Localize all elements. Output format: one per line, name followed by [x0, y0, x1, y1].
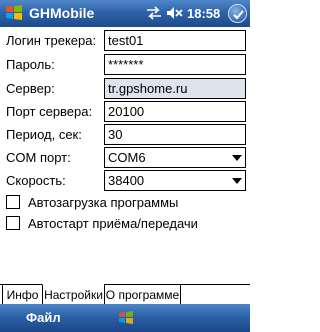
- dropdown-arrow-icon[interactable]: [232, 178, 242, 184]
- tab-settings[interactable]: Настройки: [42, 284, 105, 305]
- autostart-checkbox-row[interactable]: Автостарт приёма/передачи: [6, 215, 246, 233]
- login-row: Логин трекера: test01: [0, 30, 250, 52]
- login-input[interactable]: test01: [104, 30, 246, 51]
- tab-strip: Инфо Настройки О программе: [0, 284, 250, 305]
- period-row: Период, сек: 30: [0, 124, 250, 146]
- file-menu[interactable]: Файл: [26, 310, 61, 325]
- login-label: Логин трекера:: [6, 33, 97, 48]
- server-row: Сервер: tr.gpshome.ru: [0, 78, 250, 100]
- password-row: Пароль: *******: [0, 54, 250, 76]
- tab-about[interactable]: О программе: [104, 284, 181, 305]
- app-title: GHMobile: [29, 5, 95, 21]
- volume-muted-icon[interactable]: [166, 6, 184, 20]
- keyboard-icon[interactable]: [116, 310, 136, 326]
- sync-icon[interactable]: [146, 6, 162, 20]
- port-input[interactable]: 20100: [104, 101, 246, 122]
- password-label: Пароль:: [6, 57, 55, 72]
- port-row: Порт сервера: 20100: [0, 101, 250, 123]
- speed-label: Скорость:: [6, 173, 66, 188]
- speed-select[interactable]: 38400: [104, 170, 246, 191]
- com-port-value: COM6: [108, 150, 146, 165]
- port-label: Порт сервера:: [6, 104, 93, 119]
- server-input[interactable]: tr.gpshome.ru: [104, 78, 246, 99]
- menu-bar: Файл: [0, 304, 250, 332]
- ok-button[interactable]: [228, 4, 247, 23]
- autoload-checkbox-row[interactable]: Автозагрузка программы: [6, 194, 246, 212]
- period-input[interactable]: 30: [104, 124, 246, 145]
- autoload-label[interactable]: Автозагрузка программы: [28, 195, 178, 210]
- com-row: COM порт: COM6: [0, 147, 250, 169]
- period-label: Период, сек:: [6, 127, 82, 142]
- title-bar: GHMobile 18:58: [0, 0, 250, 27]
- tab-info[interactable]: Инфо: [2, 284, 43, 305]
- autostart-checkbox[interactable]: [6, 216, 20, 230]
- windows-logo-icon[interactable]: [4, 3, 24, 23]
- speed-value: 38400: [108, 173, 145, 188]
- server-label: Сервер:: [6, 81, 55, 96]
- ok-icon: [233, 10, 244, 20]
- autostart-label[interactable]: Автостарт приёма/передачи: [28, 216, 198, 231]
- clock[interactable]: 18:58: [187, 6, 220, 21]
- com-port-select[interactable]: COM6: [104, 147, 246, 168]
- dropdown-arrow-icon[interactable]: [232, 155, 242, 161]
- speed-row: Скорость: 38400: [0, 170, 250, 192]
- password-input[interactable]: *******: [104, 54, 246, 75]
- com-label: COM порт:: [6, 150, 71, 165]
- autoload-checkbox[interactable]: [6, 195, 20, 209]
